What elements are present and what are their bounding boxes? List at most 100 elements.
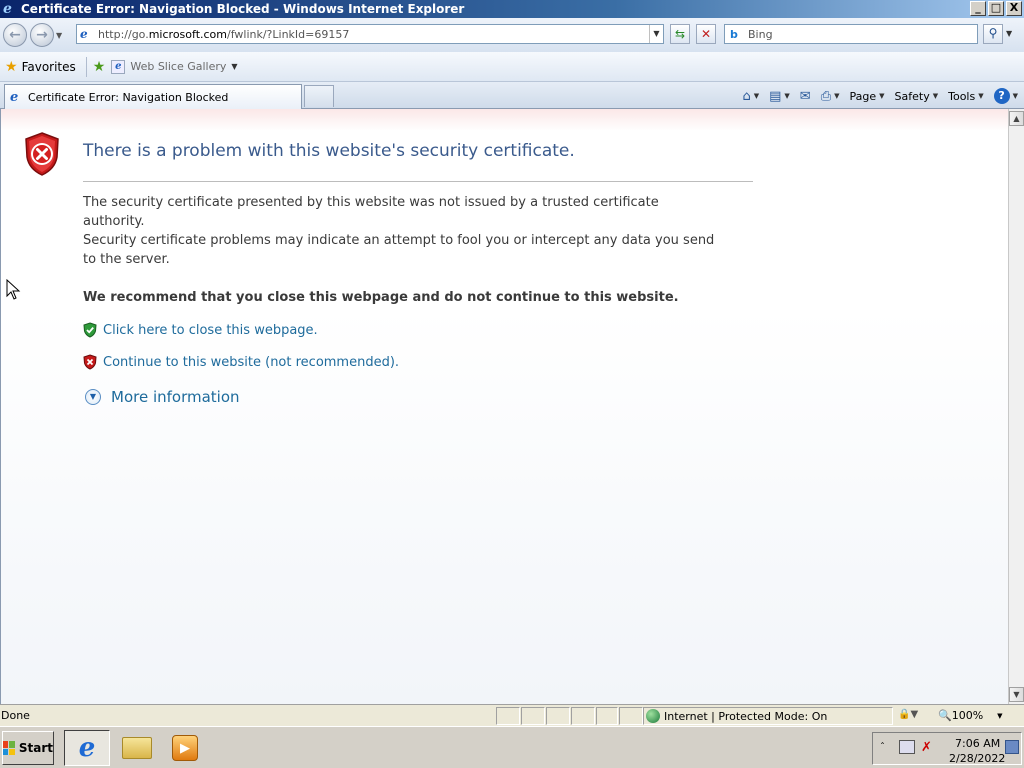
favorites-star-icon[interactable]: ★ xyxy=(5,59,18,75)
show-hidden-icons-button[interactable]: ˆ xyxy=(880,742,885,753)
home-icon: ⌂ xyxy=(742,88,751,104)
search-input[interactable]: b Bing xyxy=(724,24,978,44)
tab-ie-icon: e xyxy=(10,89,19,105)
status-pane xyxy=(521,707,545,725)
more-information-toggle[interactable]: ▼ More information xyxy=(85,388,240,406)
help-icon: ? xyxy=(993,88,1010,104)
maximize-button[interactable]: □ xyxy=(988,1,1004,16)
add-to-favorites-bar-icon[interactable]: ★ xyxy=(93,59,106,75)
expand-chevron-icon: ▼ xyxy=(85,389,101,405)
network-icon[interactable] xyxy=(899,740,915,754)
close-window-button[interactable]: X xyxy=(1006,1,1022,16)
zone-text: Internet | Protected Mode: On xyxy=(664,709,828,723)
web-slice-gallery-link[interactable]: Web Slice Gallery xyxy=(130,60,226,73)
clock-time[interactable]: 7:06 AM xyxy=(955,737,1000,750)
bing-icon: b xyxy=(730,27,738,41)
media-player-icon: ▶ xyxy=(172,735,198,761)
clock-date[interactable]: 2/28/2022 xyxy=(949,752,1005,765)
internet-explorer-icon: e xyxy=(3,1,12,17)
security-zone[interactable]: Internet | Protected Mode: On xyxy=(646,709,827,723)
show-desktop-button[interactable] xyxy=(1005,740,1019,754)
command-bar: ⌂ ▼ ▤ ▼ ✉ ⎙ ▼ Page ▼ Safety ▼ Tools ▼ ? ▼ xyxy=(732,86,1018,106)
window-controls: _ □ X xyxy=(970,1,1022,16)
forward-button[interactable]: → xyxy=(30,23,54,47)
page-icon: e xyxy=(80,27,88,41)
page-heading: There is a problem with this website's s… xyxy=(83,141,575,161)
search-button[interactable]: ⚲ xyxy=(983,24,1003,44)
internet-globe-icon xyxy=(646,709,660,723)
continue-to-website-link[interactable]: Continue to this website (not recommende… xyxy=(83,354,399,370)
zoom-level-text: 100% xyxy=(951,709,984,722)
tools-menu[interactable]: Tools ▼ xyxy=(948,90,984,103)
taskbar-media-player[interactable]: ▶ xyxy=(162,730,208,766)
vertical-scrollbar[interactable]: ▲ ▼ xyxy=(1008,109,1024,704)
address-dropdown-button[interactable]: ▼ xyxy=(649,25,663,43)
protected-mode-lock-icon[interactable]: 🔒▼ xyxy=(898,709,918,720)
tab-label: Certificate Error: Navigation Blocked xyxy=(28,90,229,104)
status-pane xyxy=(546,707,570,725)
close-webpage-link-text[interactable]: Click here to close this webpage. xyxy=(103,323,318,338)
start-label: Start xyxy=(18,741,53,755)
zoom-level-button[interactable]: 🔍 100% ▼ xyxy=(938,709,1003,722)
minimize-button[interactable]: _ xyxy=(970,1,986,16)
volume-muted-icon[interactable]: ✗ xyxy=(921,740,932,755)
feeds-button[interactable]: ▤ ▼ xyxy=(769,89,790,104)
printer-icon: ⎙ xyxy=(820,88,832,104)
safety-menu[interactable]: Safety ▼ xyxy=(895,90,939,103)
refresh-button[interactable]: ⇆ xyxy=(670,24,690,44)
stop-button[interactable]: ✕ xyxy=(696,24,716,44)
read-mail-button[interactable]: ✉ xyxy=(800,89,811,104)
web-slice-icon: e xyxy=(111,59,126,74)
page-menu[interactable]: Page ▼ xyxy=(850,90,885,103)
close-webpage-link[interactable]: Click here to close this webpage. xyxy=(83,322,318,338)
favorites-bar: ★ Favorites ★ e Web Slice Gallery ▼ xyxy=(0,52,1024,82)
web-slice-dropdown[interactable]: ▼ xyxy=(231,62,237,71)
address-bar[interactable]: e http://go.microsoft.com/fwlink/?LinkId… xyxy=(76,24,664,44)
security-warning-text: Security certificate problems may indica… xyxy=(83,233,715,267)
zoom-dropdown-icon: ▼ xyxy=(997,711,1003,720)
windows-logo-icon xyxy=(3,741,15,755)
taskbar-windows-explorer[interactable] xyxy=(114,730,160,766)
folder-icon xyxy=(122,737,152,759)
taskbar: Start e ▶ ˆ ✗ 7:06 AM 2/28/2022 xyxy=(0,726,1024,768)
mail-icon: ✉ xyxy=(799,88,811,104)
home-button[interactable]: ⌂ ▼ xyxy=(742,89,759,104)
status-text: Done xyxy=(1,709,30,722)
system-tray: ˆ ✗ 7:06 AM 2/28/2022 xyxy=(872,732,1022,765)
back-button[interactable]: ← xyxy=(3,23,27,47)
error-shield-icon xyxy=(25,132,59,176)
recommendation-text: We recommend that you close this webpage… xyxy=(83,290,679,305)
status-pane xyxy=(571,707,595,725)
tab-certificate-error[interactable]: e Certificate Error: Navigation Blocked xyxy=(4,84,302,109)
favorites-separator xyxy=(85,56,87,77)
heading-divider xyxy=(83,181,753,182)
more-information-label[interactable]: More information xyxy=(111,388,240,406)
continue-link-text[interactable]: Continue to this website (not recommende… xyxy=(103,355,399,370)
scroll-up-button[interactable]: ▲ xyxy=(1009,111,1024,126)
search-options-dropdown[interactable]: ▼ xyxy=(1006,29,1012,38)
recent-pages-dropdown[interactable]: ▼ xyxy=(56,31,66,40)
favorites-button[interactable]: Favorites xyxy=(22,60,76,74)
window-title-bar: e Certificate Error: Navigation Blocked … xyxy=(0,0,1024,18)
zoom-magnifier-icon: 🔍 xyxy=(938,709,952,722)
status-bar: Done Internet | Protected Mode: On 🔒▼ 🔍 … xyxy=(0,704,1024,726)
print-button[interactable]: ⎙ ▼ xyxy=(821,89,840,104)
internet-explorer-icon: e xyxy=(78,733,96,763)
scroll-down-button[interactable]: ▼ xyxy=(1009,687,1024,702)
status-pane xyxy=(619,707,643,725)
taskbar-internet-explorer[interactable]: e xyxy=(64,730,110,766)
address-url[interactable]: http://go.microsoft.com/fwlink/?LinkId=6… xyxy=(98,28,649,41)
green-shield-check-icon xyxy=(83,322,97,338)
certificate-issue-text: The security certificate presented by th… xyxy=(83,195,659,229)
new-tab-button[interactable] xyxy=(304,85,334,107)
start-button[interactable]: Start xyxy=(2,731,54,765)
window-title: Certificate Error: Navigation Blocked - … xyxy=(21,2,465,16)
tab-bar: e Certificate Error: Navigation Blocked … xyxy=(0,82,1024,109)
address-toolbar: ← → ▼ e http://go.microsoft.com/fwlink/?… xyxy=(0,18,1024,52)
mouse-pointer-icon xyxy=(6,279,21,300)
search-placeholder: Bing xyxy=(748,27,773,41)
help-menu[interactable]: ? ▼ xyxy=(993,88,1018,104)
status-pane xyxy=(596,707,618,725)
rss-icon: ▤ xyxy=(769,88,782,104)
page-content: There is a problem with this website's s… xyxy=(0,109,1008,704)
